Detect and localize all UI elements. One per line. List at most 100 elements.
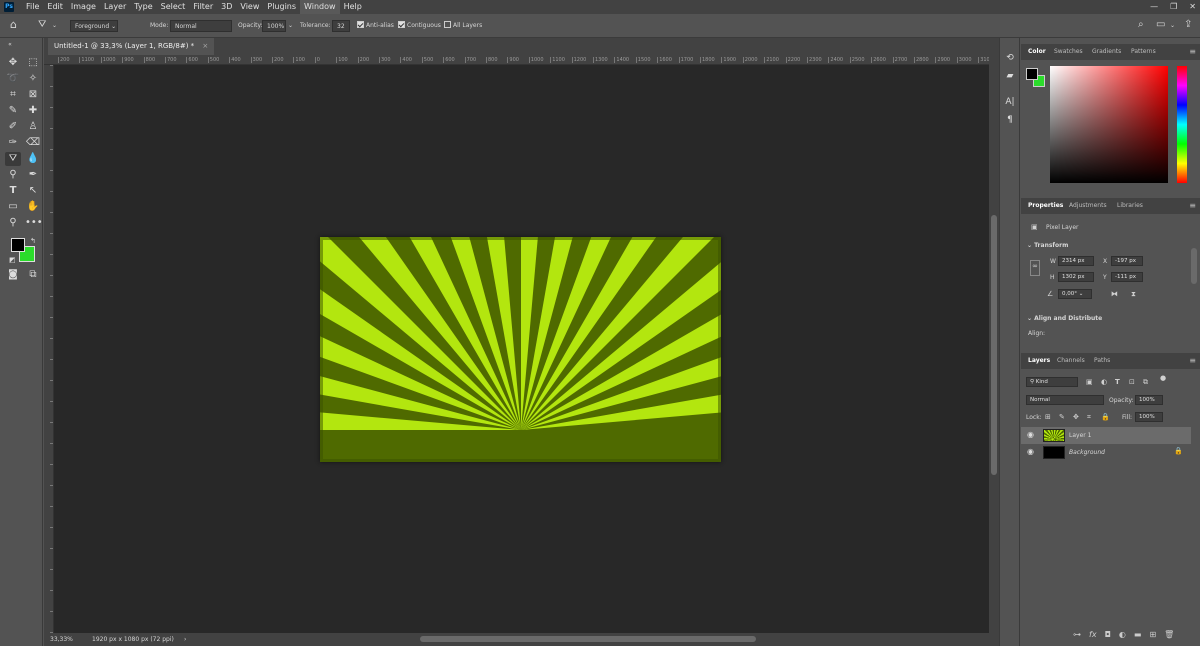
close-button[interactable]: ✕: [1189, 0, 1196, 14]
path-selection-tool-icon[interactable]: ↖: [25, 184, 41, 198]
vertical-scroll-thumb[interactable]: [991, 215, 997, 475]
marquee-tool-icon[interactable]: ⬚: [25, 56, 41, 70]
fx-icon[interactable]: fx: [1089, 630, 1097, 639]
close-tab-icon[interactable]: ×: [202, 42, 208, 50]
blend-mode-select[interactable]: Normal: [1026, 395, 1104, 405]
layer-row-layer-1[interactable]: ◉ Layer 1: [1021, 427, 1191, 444]
paragraph-panel-icon[interactable]: ¶: [1003, 114, 1017, 126]
blur-tool-icon[interactable]: 💧: [25, 152, 41, 166]
sunburst-artwork[interactable]: [320, 237, 721, 462]
status-menu-arrow-icon[interactable]: ›: [184, 633, 186, 646]
visibility-eye-icon[interactable]: ◉: [1027, 430, 1034, 439]
filter-shape-icon[interactable]: ⊡: [1129, 377, 1135, 387]
link-layers-icon[interactable]: ⊶: [1073, 630, 1081, 639]
zoom-level[interactable]: 33,33%: [50, 633, 73, 646]
collapse-toolbar-icon[interactable]: «: [2, 38, 18, 52]
visibility-eye-icon[interactable]: ◉: [1027, 447, 1034, 456]
magic-wand-tool-icon[interactable]: ✧: [25, 72, 41, 86]
menu-help[interactable]: Help: [340, 0, 366, 14]
hue-slider[interactable]: [1177, 66, 1187, 183]
quick-mask-icon[interactable]: ◙: [5, 268, 21, 282]
swap-colors-icon[interactable]: ↰: [30, 237, 36, 245]
search-icon[interactable]: ⌕: [1138, 17, 1144, 30]
flip-horizontal-icon[interactable]: ⧓: [1111, 289, 1118, 299]
workspace-icon[interactable]: ▭: [1156, 17, 1165, 30]
menu-edit[interactable]: Edit: [43, 0, 67, 14]
tab-libraries[interactable]: Libraries: [1117, 198, 1143, 214]
pen-tool-icon[interactable]: ✒: [25, 168, 41, 182]
type-tool-icon[interactable]: T: [5, 184, 21, 198]
restore-button[interactable]: ❐: [1170, 0, 1177, 14]
layer-lock-icon[interactable]: 🔒: [1174, 447, 1183, 455]
minimize-button[interactable]: —: [1150, 0, 1158, 14]
horizontal-scroll-thumb[interactable]: [420, 636, 756, 642]
height-input[interactable]: 1302 px: [1058, 272, 1094, 282]
tab-gradients[interactable]: Gradients: [1092, 44, 1121, 60]
tab-swatches[interactable]: Swatches: [1054, 44, 1083, 60]
lock-artboard-icon[interactable]: ⌗: [1087, 412, 1091, 422]
healing-brush-tool-icon[interactable]: ✚: [25, 104, 41, 118]
menu-image[interactable]: Image: [67, 0, 100, 14]
tab-color[interactable]: Color: [1028, 44, 1046, 60]
align-section-title[interactable]: ⌄ Align and Distribute: [1027, 315, 1102, 322]
lock-position-icon[interactable]: ✥: [1073, 412, 1079, 422]
tolerance-input[interactable]: 32: [332, 20, 350, 32]
menu-filter[interactable]: Filter: [189, 0, 217, 14]
layer-name[interactable]: Layer 1: [1069, 427, 1091, 444]
transform-section-title[interactable]: ⌄ Transform: [1027, 242, 1068, 249]
paint-bucket-tool-icon[interactable]: ⛛: [5, 152, 21, 166]
new-group-icon[interactable]: ▬: [1134, 630, 1142, 639]
tab-adjustments[interactable]: Adjustments: [1069, 198, 1107, 214]
document-tab[interactable]: Untitled-1 @ 33,3% (Layer 1, RGB/8#) * ×: [48, 38, 215, 55]
flip-vertical-icon[interactable]: ⧗: [1131, 289, 1136, 299]
layer-filter-select[interactable]: ⚲ Kind: [1026, 377, 1078, 387]
menu-view[interactable]: View: [236, 0, 263, 14]
properties-panel-menu-icon[interactable]: ≡: [1189, 201, 1196, 211]
tab-layers[interactable]: Layers: [1028, 353, 1050, 369]
history-brush-tool-icon[interactable]: ✑: [5, 136, 21, 150]
comments-panel-icon[interactable]: ▰: [1003, 70, 1017, 82]
eraser-tool-icon[interactable]: ⌫: [25, 136, 41, 150]
opacity-chevron-icon[interactable]: ⌄: [288, 20, 293, 32]
character-panel-icon[interactable]: A|: [1003, 96, 1017, 108]
lock-all-icon[interactable]: 🔒: [1101, 412, 1110, 422]
filter-toggle-icon[interactable]: ●: [1160, 373, 1166, 383]
fill-input[interactable]: 100%: [1135, 412, 1163, 422]
move-tool-icon[interactable]: ✥: [5, 56, 21, 70]
adjustment-layer-icon[interactable]: ◐: [1119, 630, 1126, 639]
menu-type[interactable]: Type: [130, 0, 156, 14]
layer-opacity-input[interactable]: 100%: [1135, 395, 1163, 405]
properties-scroll-thumb[interactable]: [1191, 248, 1197, 284]
filter-smart-object-icon[interactable]: ⧉: [1143, 377, 1148, 387]
menu-3d[interactable]: 3D: [217, 0, 236, 14]
opacity-input[interactable]: 100%: [262, 20, 286, 32]
clone-stamp-tool-icon[interactable]: ♙: [25, 120, 41, 134]
workspace-chevron-icon[interactable]: ⌄: [1170, 20, 1175, 32]
lock-image-icon[interactable]: ✎: [1059, 412, 1065, 422]
eyedropper-tool-icon[interactable]: ✎: [5, 104, 21, 118]
tab-channels[interactable]: Channels: [1057, 353, 1085, 369]
x-input[interactable]: -197 px: [1111, 256, 1143, 266]
layer-name[interactable]: Background: [1069, 444, 1105, 461]
color-picker-field[interactable]: [1050, 66, 1168, 183]
lasso-tool-icon[interactable]: ➰: [5, 72, 21, 86]
crop-tool-icon[interactable]: ⌗: [5, 88, 21, 102]
menu-layer[interactable]: Layer: [100, 0, 130, 14]
more-tools-icon[interactable]: •••: [25, 216, 43, 230]
menu-plugins[interactable]: Plugins: [263, 0, 300, 14]
lock-transparent-icon[interactable]: ⊞: [1045, 412, 1051, 422]
tab-paths[interactable]: Paths: [1094, 353, 1110, 369]
fill-source-select[interactable]: Foreground ⌄: [70, 20, 118, 32]
link-dimensions-icon[interactable]: ∞: [1030, 260, 1040, 276]
delete-layer-icon[interactable]: 🗑: [1164, 630, 1174, 639]
filter-pixel-icon[interactable]: ▣: [1086, 377, 1093, 387]
angle-input[interactable]: 0,00° ⌄: [1058, 289, 1092, 299]
color-panel-menu-icon[interactable]: ≡: [1189, 47, 1196, 57]
menu-window[interactable]: Window: [300, 0, 340, 14]
canvas-area[interactable]: [54, 65, 989, 633]
rectangle-tool-icon[interactable]: ▭: [5, 200, 21, 214]
color-panel-foreground-swatch[interactable]: [1026, 68, 1038, 80]
screen-mode-icon[interactable]: ⧉: [25, 268, 41, 282]
anti-alias-checkbox[interactable]: Anti-alias: [357, 20, 394, 32]
menu-file[interactable]: File: [22, 0, 43, 14]
